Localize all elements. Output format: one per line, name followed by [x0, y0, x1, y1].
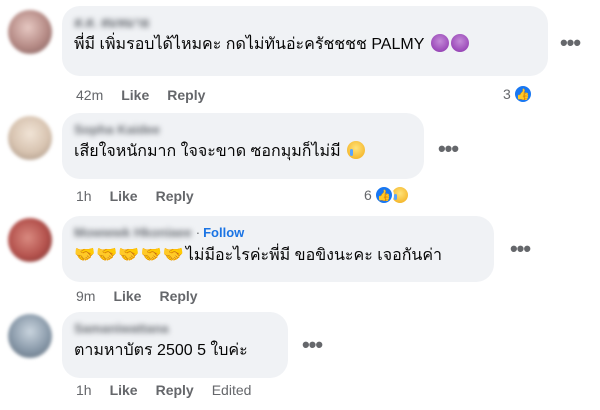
comment-actions: 1h Like Reply Edited: [76, 381, 251, 399]
comment-timestamp[interactable]: 1h: [76, 381, 92, 399]
reply-button[interactable]: Reply: [156, 187, 194, 205]
like-button[interactable]: Like: [110, 381, 138, 399]
comment-text: ตามหาบัตร 2500 5 ใบค่ะ: [74, 342, 248, 359]
sick-face-emoji-icon: [450, 34, 469, 52]
follow-button[interactable]: Follow: [203, 225, 244, 240]
crying-face-emoji-icon: [347, 141, 366, 159]
like-button[interactable]: Like: [113, 287, 141, 305]
reaction-count: 3: [503, 86, 511, 102]
handshake-emoji-icon: 🤝🤝🤝🤝🤝: [74, 245, 185, 264]
comment-timestamp[interactable]: 42m: [76, 86, 103, 104]
like-reaction-icon: 👍: [373, 185, 394, 205]
comment-text: เสียใจหนักมาก ใจจะขาด ซอกมุมก็ไม่มี: [74, 141, 412, 163]
comment-actions: 1h Like Reply: [76, 187, 194, 205]
comment-author-line: Mowwwk Hkoniaee · Follow: [74, 224, 482, 241]
reply-button[interactable]: Reply: [156, 381, 194, 399]
comment-author[interactable]: Samaniwattana: [74, 320, 276, 337]
like-button[interactable]: Like: [121, 86, 149, 104]
sick-face-emoji-icon: [430, 34, 449, 52]
comment-author[interactable]: Sopha Kaidee: [74, 121, 412, 138]
comment-timestamp[interactable]: 1h: [76, 187, 92, 205]
avatar[interactable]: [8, 10, 52, 54]
comment-bubble: ส.ส. สมหมาย พี่มี เพิ่มรอบได้ไหมคะ กดไม่…: [62, 6, 548, 76]
avatar[interactable]: [8, 116, 52, 160]
comment-bubble: Samaniwattana ตามหาบัตร 2500 5 ใบค่ะ: [62, 312, 288, 378]
comment-bubble: Mowwwk Hkoniaee · Follow 🤝🤝🤝🤝🤝ไม่มีอะไรค่ะ…: [62, 216, 494, 282]
more-options-icon[interactable]: •••: [434, 138, 462, 160]
more-options-icon[interactable]: •••: [298, 334, 326, 356]
more-options-icon[interactable]: •••: [556, 32, 584, 54]
separator-dot: ·: [195, 225, 201, 240]
comment-actions: 42m Like Reply: [76, 86, 205, 104]
avatar[interactable]: [8, 218, 52, 262]
comment-actions: 9m Like Reply: [76, 287, 198, 305]
reaction-summary[interactable]: 3 👍: [503, 83, 533, 105]
like-button[interactable]: Like: [110, 187, 138, 205]
comment-text: พี่มี เพิ่มรอบได้ไหมคะ กดไม่ทันอ่ะครัชชช…: [74, 34, 536, 56]
reaction-summary[interactable]: 6 👍: [364, 184, 410, 206]
comment-bubble: Sopha Kaidee เสียใจหนักมาก ใจจะขาด ซอกมุ…: [62, 113, 424, 179]
comment-text: 🤝🤝🤝🤝🤝ไม่มีอะไรค่ะพี่มี ขอขิงนะคะ เจอกันค…: [74, 245, 442, 264]
reply-button[interactable]: Reply: [159, 287, 197, 305]
more-options-icon[interactable]: •••: [506, 238, 534, 260]
reply-button[interactable]: Reply: [167, 86, 205, 104]
comment-author[interactable]: Mowwwk Hkoniaee: [74, 224, 192, 241]
edited-label: Edited: [211, 382, 252, 398]
reaction-count: 6: [364, 187, 372, 203]
avatar[interactable]: [8, 314, 52, 358]
like-reaction-icon: 👍: [512, 84, 533, 104]
comment-timestamp[interactable]: 9m: [76, 287, 95, 305]
comment-author[interactable]: ส.ส. สมหมาย: [74, 14, 536, 31]
